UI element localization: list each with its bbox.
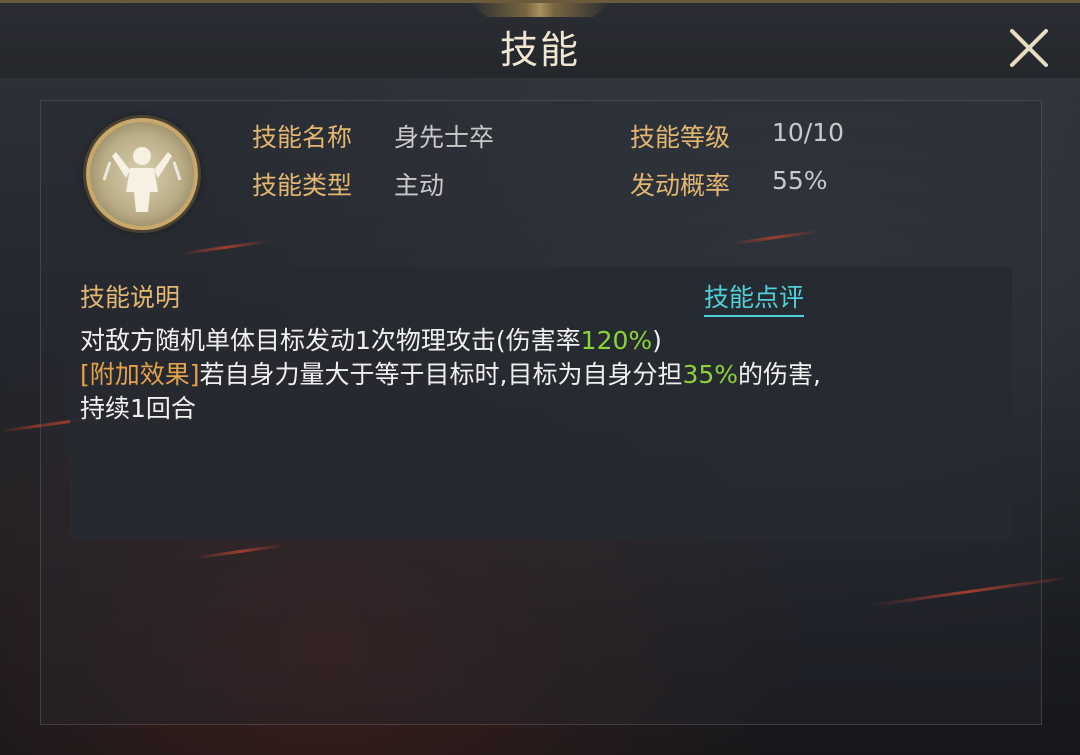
description-line: 持续1回合 [80,392,1000,426]
damage-rate-value: 120% [580,326,653,355]
warrior-figure-icon [102,147,182,212]
skill-level-value: 10/10 [772,118,845,147]
close-icon [1010,29,1048,67]
skill-review-link[interactable]: 技能点评 [704,278,805,317]
skill-name-label: 技能名称 [252,123,353,152]
description-line: 对敌方随机单体目标发动1次物理攻击(伤害率120%) [80,324,1000,358]
title-bar: 技能 [0,0,1080,78]
trigger-chance-value: 55% [772,166,828,195]
close-button[interactable] [1002,21,1056,75]
description-line: [附加效果]若自身力量大于等于目标时,目标为自身分担35%的伤害, [80,358,1000,392]
description-line-text: 持续1回合 [80,394,196,423]
extra-effect-tag: [附加效果] [80,360,200,389]
description-text: 对敌方随机单体目标发动1次物理攻击(伤害率120%) [附加效果]若自身力量大于… [80,324,1000,426]
trigger-chance-label: 发动概率 [630,171,731,200]
description-line-text: 对敌方随机单体目标发动1次物理攻击(伤害率 [80,326,581,355]
description-title: 技能说明 [80,283,181,312]
title-ornament [470,3,610,17]
skill-type-label: 技能类型 [252,171,353,200]
description-line-text: 若自身力量大于等于目标时,目标为自身分担 [199,360,683,389]
page-title: 技能 [499,28,580,72]
description-line-text: ) [652,326,662,355]
description-line-text: 的伤害, [738,360,821,389]
skill-type-value: 主动 [394,171,445,200]
skill-icon-frame [86,118,198,230]
damage-share-value: 35% [682,360,739,389]
skill-level-label: 技能等级 [630,123,731,152]
skill-name-value: 身先士卒 [394,123,495,152]
